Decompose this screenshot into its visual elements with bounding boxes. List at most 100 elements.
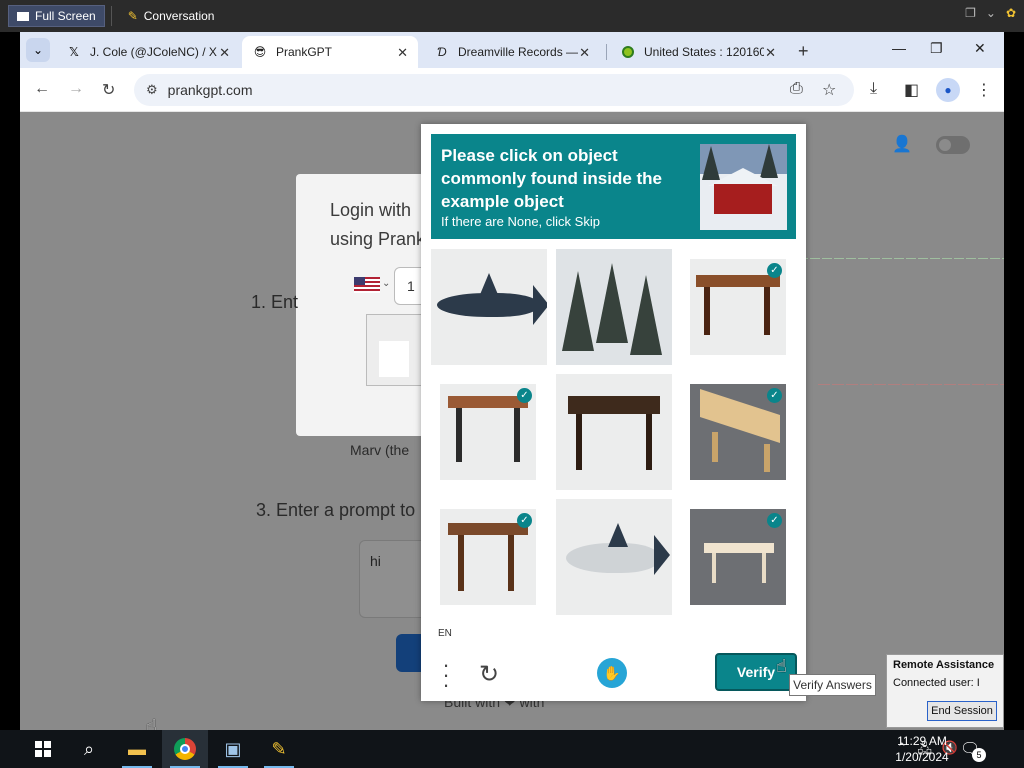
close-tab-icon[interactable]: ✕ — [579, 45, 590, 61]
chrome-icon[interactable] — [162, 730, 208, 768]
us-flag-icon[interactable] — [354, 277, 380, 293]
table-leg — [764, 287, 770, 335]
profile-avatar-icon[interactable]: ● — [936, 78, 960, 102]
table-leg — [458, 535, 464, 591]
file-explorer-icon[interactable]: ▬ — [114, 730, 160, 768]
remote-session-toolbar: Full Screen ✎ Conversation ❐ ⌄ ✿ — [0, 0, 1024, 32]
download-icon[interactable]: ⤓ — [870, 80, 877, 98]
close-tab-icon[interactable]: ✕ — [397, 45, 408, 61]
challenge-tile-1[interactable] — [431, 249, 547, 365]
example-house-image — [700, 144, 787, 230]
tab-search-button[interactable]: ⌄ — [26, 38, 50, 62]
close-tab-icon[interactable]: ✕ — [765, 45, 776, 61]
tab-dreamville[interactable]: Ɗ Dreamville Records — ✕ — [424, 36, 600, 68]
notification-count: 5 — [972, 748, 986, 762]
refresh-icon[interactable]: ↻ — [479, 660, 499, 689]
window-icon[interactable]: ❐ — [965, 6, 976, 20]
theme-toggle[interactable] — [936, 136, 970, 154]
tab-title: PrankGPT — [276, 45, 333, 59]
challenge-tile-8[interactable] — [556, 499, 672, 615]
minimize-icon[interactable]: — — [892, 40, 906, 56]
table-top — [448, 523, 528, 535]
challenge-tile-9[interactable]: ✓ — [690, 509, 786, 605]
address-bar[interactable]: ⚙ prankgpt.com — [134, 74, 854, 106]
settings-gear-icon[interactable]: ✿ — [1006, 6, 1016, 20]
challenge-tile-6[interactable]: ✓ — [690, 384, 786, 480]
reload-icon[interactable]: ↻ — [102, 80, 115, 100]
conversation-app-icon[interactable]: ✎ — [256, 730, 302, 768]
bookmark-star-icon[interactable]: ☆ — [822, 80, 836, 100]
start-button[interactable] — [20, 730, 66, 768]
tab-separator — [606, 44, 607, 60]
prompt-textarea[interactable]: hi — [359, 540, 429, 618]
tab-title: United States : 120160 — [644, 45, 764, 59]
more-menu-icon[interactable]: ⋮ — [976, 80, 992, 100]
clock[interactable]: 11:29 AM 1/20/2024 — [890, 733, 954, 765]
selected-check-icon: ✓ — [517, 513, 532, 528]
plus-icon: + — [798, 41, 809, 61]
side-panel-icon[interactable]: ◧ — [904, 80, 919, 100]
remote-assistance-panel: Remote Assistance Connected user: I End … — [886, 654, 1004, 728]
tab-jcole-x[interactable]: 𝕏 J. Cole (@JColeNC) / X ✕ — [56, 36, 240, 68]
house-shape — [714, 184, 772, 214]
tab-prankgpt[interactable]: 😎 PrankGPT ✕ — [242, 36, 418, 68]
step-3-label: 3. Enter a prompt to — [256, 500, 416, 520]
tab-united-states[interactable]: United States : 120160 ✕ — [610, 36, 786, 68]
white-shark-image — [566, 523, 670, 575]
shark-image — [437, 273, 547, 325]
ra-title: Remote Assistance — [893, 659, 995, 671]
table-leg — [514, 408, 520, 462]
divider-line — [818, 384, 1004, 385]
new-tab-button[interactable]: + — [798, 41, 809, 62]
time-text: 11:29 AM — [897, 734, 947, 748]
conversation-button[interactable]: ✎ Conversation — [120, 5, 223, 27]
step-1-label: 1. Ent — [251, 292, 299, 312]
user-icon[interactable]: 👤 — [892, 134, 912, 154]
challenge-tile-4[interactable]: ✓ — [440, 384, 536, 480]
conversation-label: Conversation — [143, 9, 215, 23]
close-tab-icon[interactable]: ✕ — [219, 45, 230, 61]
chevron-down-icon: ⌄ — [32, 43, 44, 57]
selected-check-icon: ✓ — [517, 388, 532, 403]
globe-icon — [620, 44, 636, 60]
x-logo-icon: 𝕏 — [69, 45, 79, 59]
challenge-tile-5[interactable] — [556, 374, 672, 490]
install-app-icon[interactable]: ⎙ — [790, 80, 803, 98]
chevron-down-icon[interactable]: ⌄ — [986, 6, 996, 20]
date-text: 1/20/2024 — [895, 750, 949, 764]
full-screen-button[interactable]: Full Screen — [8, 5, 105, 27]
end-session-button[interactable]: End Session — [927, 701, 997, 721]
pine-tree-image — [596, 263, 628, 343]
menu-dots-icon[interactable]: · · · — [441, 654, 451, 696]
challenge-prompt: Please click on object commonly found in… — [431, 134, 796, 239]
forward-arrow-icon[interactable]: → — [68, 80, 84, 98]
recaptcha-widget[interactable] — [366, 314, 422, 386]
sunglasses-emoji-icon: 😎 — [253, 45, 267, 59]
tab-strip: ⌄ 𝕏 J. Cole (@JColeNC) / X ✕ 😎 PrankGPT … — [20, 32, 1004, 68]
marv-label: Marv (the — [350, 442, 410, 458]
close-window-icon[interactable]: ✕ — [974, 40, 986, 57]
challenge-tile-3[interactable]: ✓ — [690, 259, 786, 355]
chevron-down-icon[interactable]: ⌄ — [382, 278, 390, 289]
restore-icon[interactable]: ❐ — [930, 40, 943, 57]
hand-cursor-icon: ☝ — [776, 656, 787, 676]
pine-tree-image — [562, 271, 594, 351]
selected-check-icon: ✓ — [767, 388, 782, 403]
table-leg — [704, 287, 710, 335]
prompt-subtext: If there are None, click Skip — [441, 214, 600, 229]
back-arrow-icon[interactable]: ← — [34, 80, 50, 98]
taskbar: ⌕ ▬ ▣ ✎ ⌃ 🖧 🔇 11:29 AM 1/20/2024 🗨 5 — [0, 730, 1024, 768]
challenge-tile-2[interactable] — [556, 249, 672, 365]
remote-session-controls: ❐ ⌄ ✿ — [965, 6, 1016, 20]
site-settings-icon[interactable]: ⚙ — [146, 82, 158, 98]
table-top — [704, 543, 774, 553]
challenge-tile-7[interactable]: ✓ — [440, 509, 536, 605]
table-leg — [712, 553, 716, 583]
tab-title: Dreamville Records — — [458, 45, 579, 59]
language-selector[interactable]: EN — [438, 628, 452, 639]
remote-app-icon[interactable]: ▣ — [210, 730, 256, 768]
search-icon[interactable]: ⌕ — [66, 730, 112, 768]
toolbar-divider — [110, 6, 112, 26]
table-leg — [456, 408, 462, 462]
desktop: Full Screen ✎ Conversation ❐ ⌄ ✿ ⌄ 𝕏 J. … — [0, 0, 1024, 768]
